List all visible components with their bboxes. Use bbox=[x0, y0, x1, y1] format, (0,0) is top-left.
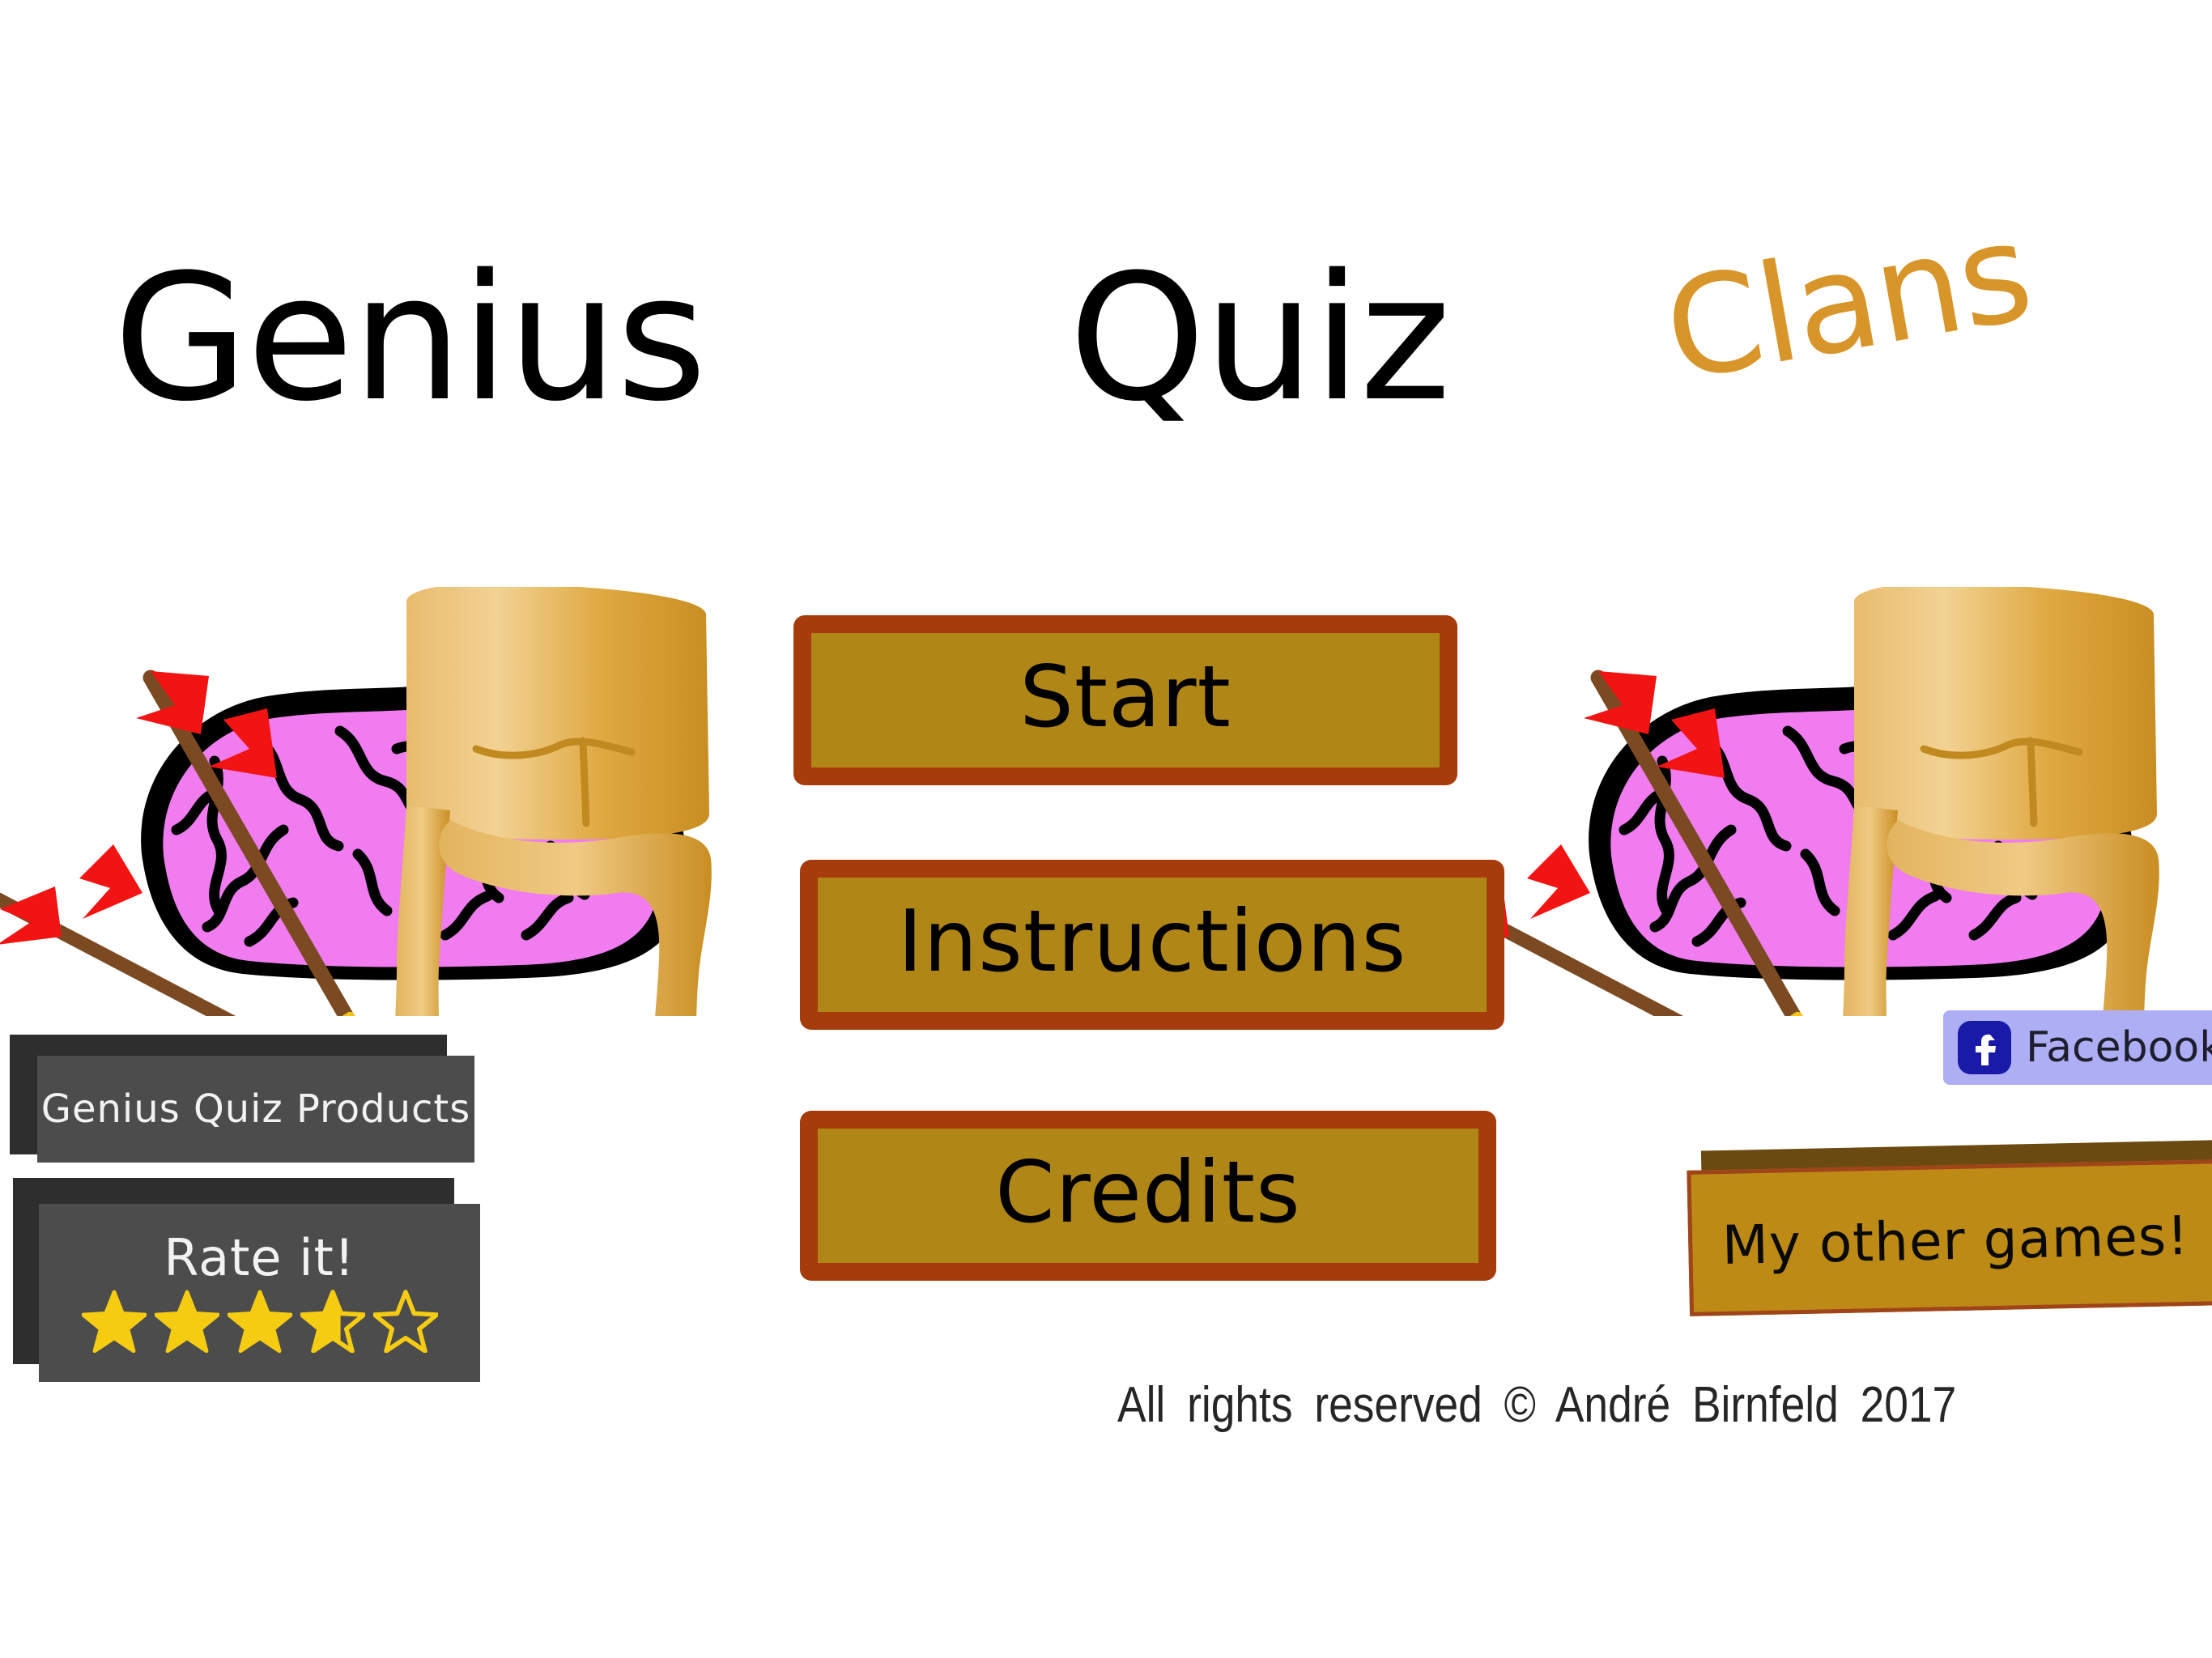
facebook-icon bbox=[1958, 1021, 2011, 1074]
title-word-clans: Clans bbox=[1653, 192, 2042, 412]
title-word-genius: Genius bbox=[113, 236, 707, 440]
button-face: My other games! bbox=[1687, 1159, 2212, 1316]
game-title: Genius Quiz Clans bbox=[0, 192, 2212, 551]
rate-it-label: Rate it! bbox=[164, 1228, 355, 1287]
credits-button[interactable]: Credits bbox=[800, 1111, 1496, 1281]
brain-honey-illustration-right bbox=[1440, 587, 2159, 1016]
instructions-button[interactable]: Instructions bbox=[800, 860, 1504, 1030]
my-other-games-button[interactable]: My other games! bbox=[1687, 1140, 2212, 1321]
copyright-text: All rights reserved © André Birnfeld 201… bbox=[1117, 1377, 1957, 1433]
arrow-2 bbox=[1584, 670, 1812, 1016]
arrow-2 bbox=[136, 670, 364, 1016]
my-other-games-label: My other games! bbox=[1721, 1204, 2190, 1278]
panel-face: Rate it! bbox=[39, 1204, 480, 1382]
facebook-label: Facebook bbox=[2026, 1023, 2212, 1072]
start-button-label: Start bbox=[1019, 647, 1231, 746]
star-empty-icon[interactable] bbox=[372, 1290, 438, 1353]
rate-it-button[interactable]: Rate it! bbox=[6, 1178, 492, 1388]
facebook-button[interactable]: Facebook bbox=[1943, 1010, 2212, 1085]
star-filled-icon[interactable] bbox=[227, 1290, 292, 1353]
title-word-quiz: Quiz bbox=[1069, 236, 1451, 440]
genius-quiz-products-label: Genius Quiz Products bbox=[40, 1086, 471, 1132]
star-filled-icon[interactable] bbox=[81, 1290, 147, 1353]
start-button[interactable]: Start bbox=[793, 615, 1457, 785]
genius-quiz-products-button[interactable]: Genius Quiz Products bbox=[5, 1035, 474, 1180]
brain-honey-illustration-left bbox=[0, 587, 712, 1016]
arrow-1 bbox=[0, 844, 236, 1016]
star-rating[interactable] bbox=[81, 1290, 438, 1353]
star-filled-icon[interactable] bbox=[154, 1290, 219, 1353]
panel-face: Genius Quiz Products bbox=[37, 1056, 474, 1163]
credits-button-label: Credits bbox=[995, 1142, 1301, 1242]
star-partial-icon[interactable] bbox=[300, 1290, 365, 1353]
instructions-button-label: Instructions bbox=[897, 891, 1407, 991]
